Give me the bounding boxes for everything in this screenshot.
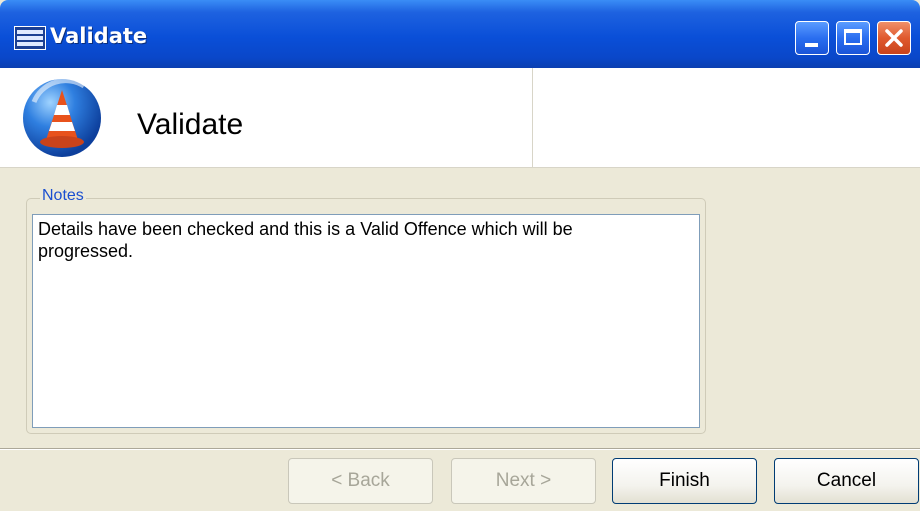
close-button[interactable] [877, 21, 911, 55]
window-title: Validate [50, 24, 148, 48]
footer-divider-highlight [0, 449, 920, 450]
back-button[interactable]: < Back [288, 458, 433, 504]
header-divider [532, 68, 533, 167]
next-button[interactable]: Next > [451, 458, 596, 504]
app-icon [14, 26, 46, 50]
maximize-button[interactable] [836, 21, 870, 55]
finish-button[interactable]: Finish [612, 458, 757, 504]
title-bar[interactable]: Validate [0, 0, 920, 68]
maximize-icon [844, 29, 862, 45]
close-icon [885, 29, 903, 47]
cancel-button[interactable]: Cancel [774, 458, 919, 504]
minimize-button[interactable] [795, 21, 829, 55]
page-title: Validate [137, 108, 244, 141]
notes-label: Notes [40, 187, 86, 205]
notes-textarea[interactable]: Details have been checked and this is a … [32, 214, 700, 428]
traffic-cone-icon [23, 78, 101, 157]
minimize-icon [805, 43, 818, 47]
wizard-window: Validate Validate Notes Details have bee… [0, 0, 920, 511]
